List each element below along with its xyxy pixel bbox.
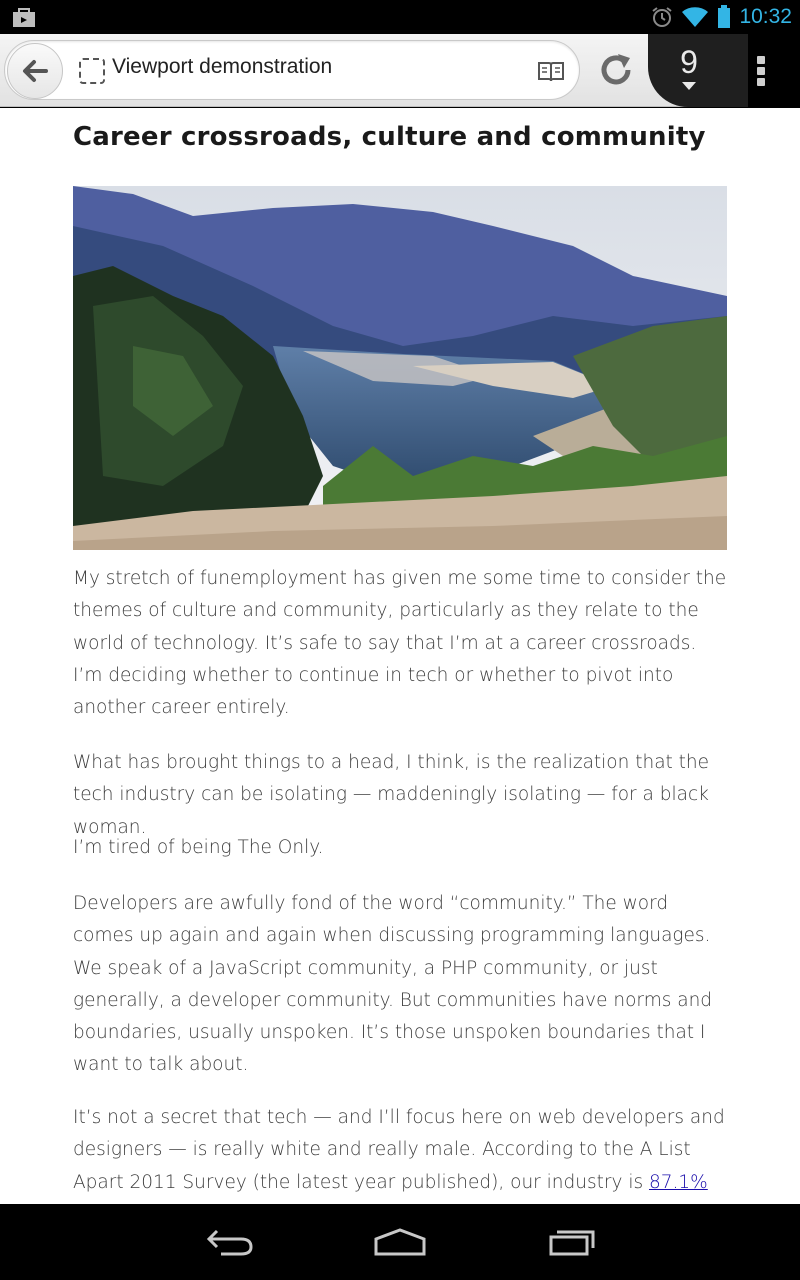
reload-icon[interactable] [596, 50, 636, 90]
nav-recents-button[interactable] [542, 1224, 602, 1260]
tab-count[interactable]: 9 [676, 44, 702, 81]
article-paragraph-2: What has brought things to a head, I thi… [73, 752, 710, 838]
article-paragraph-1: My stretch of funemployment has given me… [73, 568, 727, 719]
recent-apps-icon [549, 1230, 595, 1256]
paragraph-text: It’s not a secret that tech — and I’ll f… [73, 1107, 725, 1193]
web-content[interactable]: Career crossroads, culture and community [0, 108, 800, 1204]
system-nav-bar [0, 1204, 800, 1280]
shopping-bag-icon [13, 8, 35, 27]
nav-back-button[interactable] [200, 1224, 260, 1260]
article-headline: Career crossroads, culture and community [73, 122, 706, 152]
tab-caret-icon [682, 82, 696, 90]
page-title[interactable]: Viewport demonstration [112, 55, 332, 79]
reader-mode-icon[interactable] [537, 59, 565, 83]
browser-toolbar: Viewport demonstration 9 [0, 34, 800, 107]
page-icon [79, 58, 105, 84]
status-icons: 10:32 [651, 0, 792, 34]
back-arrow-icon [23, 60, 48, 82]
article-paragraph-5: It’s not a secret that tech — and I’ll f… [73, 1102, 727, 1204]
article-paragraph-4: Developers are awfully fond of the word … [73, 893, 713, 1076]
nav-home-button[interactable] [370, 1224, 430, 1260]
overflow-menu-icon[interactable] [756, 56, 766, 86]
wifi-icon [682, 7, 709, 27]
battery-icon [718, 5, 731, 28]
status-clock: 10:32 [739, 5, 792, 28]
home-nav-icon [374, 1228, 426, 1256]
lake-mountains-photo [73, 186, 727, 550]
back-button[interactable] [7, 43, 63, 99]
status-bar: 10:32 [0, 0, 800, 34]
back-nav-icon [206, 1229, 253, 1256]
article-paragraph-3: I’m tired of being The Only. [73, 837, 324, 858]
alarm-icon [652, 7, 673, 27]
omnibox[interactable]: Viewport demonstration [4, 40, 580, 100]
